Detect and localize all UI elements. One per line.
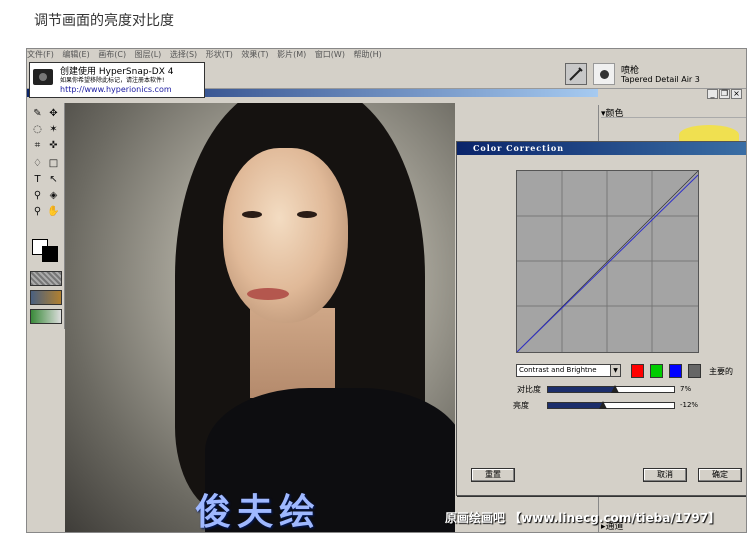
move-tool-icon[interactable]: ✥ (46, 107, 61, 121)
crop-tool-icon[interactable]: ⌗ (30, 139, 45, 153)
mode-dropdown[interactable]: Contrast and Brightne ▼ (516, 364, 621, 377)
magnifier-icon[interactable]: ⚲ (30, 205, 45, 219)
portrait-lips (247, 288, 289, 300)
red-channel-button[interactable] (631, 364, 644, 378)
color-correction-dialog: Color Correction Contrast and Brightne ▼… (456, 141, 746, 496)
ok-button[interactable]: 确定 (698, 468, 742, 482)
painting-canvas[interactable]: 俊夫绘 (65, 103, 455, 533)
brightness-label: 亮度 (513, 401, 529, 410)
minimize-button[interactable]: _ (707, 89, 718, 99)
brush-dab-preview[interactable] (593, 63, 615, 85)
chevron-down-icon[interactable]: ▼ (610, 365, 620, 376)
menu-file[interactable]: 文件(F) (27, 50, 54, 59)
shape-select-icon[interactable]: ↖ (46, 173, 61, 187)
palette-title-text: 颜色 (605, 109, 624, 119)
menu-effects[interactable]: 效果(T) (241, 50, 268, 59)
contrast-slider-thumb[interactable] (611, 385, 619, 393)
contrast-slider-fill (548, 387, 615, 392)
portrait-right-eye (297, 211, 317, 218)
paper-selector[interactable] (30, 271, 62, 286)
menu-movie[interactable]: 影片(M) (277, 50, 306, 59)
gradient-selector[interactable] (30, 290, 62, 305)
mode-dropdown-value: Contrast and Brightne (519, 366, 597, 374)
window-controls: _ ❐ × (707, 89, 742, 101)
pen-tool-icon[interactable]: ♢ (30, 157, 45, 171)
brush-variant[interactable]: Tapered Detail Air 3 (621, 75, 700, 84)
restore-button[interactable]: ❐ (719, 89, 730, 99)
close-button[interactable]: × (731, 89, 742, 99)
menu-layers[interactable]: 图层(L) (135, 50, 162, 59)
palette-title[interactable]: ▾颜色 (601, 106, 746, 119)
menu-edit[interactable]: 编辑(E) (62, 50, 89, 59)
layer-adjuster-icon[interactable]: ✜ (46, 139, 61, 153)
brush-icon (569, 67, 583, 81)
dropper-tool-icon[interactable]: ⚲ (30, 189, 45, 203)
magic-wand-icon[interactable]: ✶ (46, 123, 61, 137)
reset-button[interactable]: 重置 (471, 468, 515, 482)
master-channel-button[interactable] (688, 364, 701, 378)
blue-channel-button[interactable] (669, 364, 682, 378)
menu-canvas[interactable]: 画布(C) (98, 50, 126, 59)
hypersnap-url[interactable]: http://www.hyperionics.com (60, 85, 172, 94)
brightness-value: -12% (680, 401, 699, 409)
text-tool-icon[interactable]: T (30, 173, 45, 187)
brush-selector-button[interactable] (565, 63, 587, 85)
menu-select[interactable]: 选择(S) (170, 50, 197, 59)
lasso-tool-icon[interactable]: ◌ (30, 123, 45, 137)
site-watermark: 原画绘画吧 【www.linecg.com/tieba/1797】 (445, 511, 721, 525)
cancel-button[interactable]: 取消 (643, 468, 687, 482)
artist-signature: 俊夫绘 (195, 491, 322, 533)
additional-color-swatch[interactable] (42, 246, 58, 262)
menu-shapes[interactable]: 形状(T) (206, 50, 233, 59)
hypersnap-subtitle: 如果你希望移除此标记，请注册本软件! (60, 77, 165, 84)
grabber-icon[interactable]: ✋ (46, 205, 61, 219)
contrast-label: 对比度 (517, 385, 541, 394)
paint-bucket-icon[interactable]: ◈ (46, 189, 61, 203)
brightness-slider-fill (548, 403, 603, 408)
portrait-left-eye (242, 211, 262, 218)
hypersnap-banner: 创建使用 HyperSnap-DX 4 如果你希望移除此标记，请注册本软件! h… (29, 62, 205, 98)
curve-graph-svg (516, 170, 699, 353)
menu-help[interactable]: 帮助(H) (354, 50, 382, 59)
menu-window[interactable]: 窗口(W) (315, 50, 345, 59)
channel-label: 主要的 (709, 367, 733, 376)
toolbox: ✎ ✥ ◌ ✶ ⌗ ✜ ♢ □ T ↖ ⚲ ◈ ⚲ ✋ (27, 103, 65, 329)
curve-graph[interactable] (516, 170, 699, 353)
page-caption: 调节画面的亮度对比度 (34, 13, 174, 29)
menu-bar: 文件(F) 编辑(E) 画布(C) 图层(L) 选择(S) 形状(T) 效果(T… (27, 49, 746, 61)
camera-icon (33, 69, 53, 85)
contrast-slider[interactable] (547, 385, 675, 393)
green-channel-button[interactable] (650, 364, 663, 378)
rectangle-tool-icon[interactable]: □ (46, 157, 61, 171)
brush-tool-icon[interactable]: ✎ (30, 107, 45, 121)
contrast-value: 7% (680, 385, 692, 393)
pattern-selector[interactable] (30, 309, 62, 324)
brightness-slider-thumb[interactable] (599, 401, 607, 409)
dialog-title: Color Correction (457, 142, 746, 155)
painter-window: 文件(F) 编辑(E) 画布(C) 图层(L) 选择(S) 形状(T) 效果(T… (26, 48, 747, 533)
brightness-slider[interactable] (547, 401, 675, 409)
property-bar: 创建使用 HyperSnap-DX 4 如果你希望移除此标记，请注册本软件! h… (27, 61, 746, 98)
